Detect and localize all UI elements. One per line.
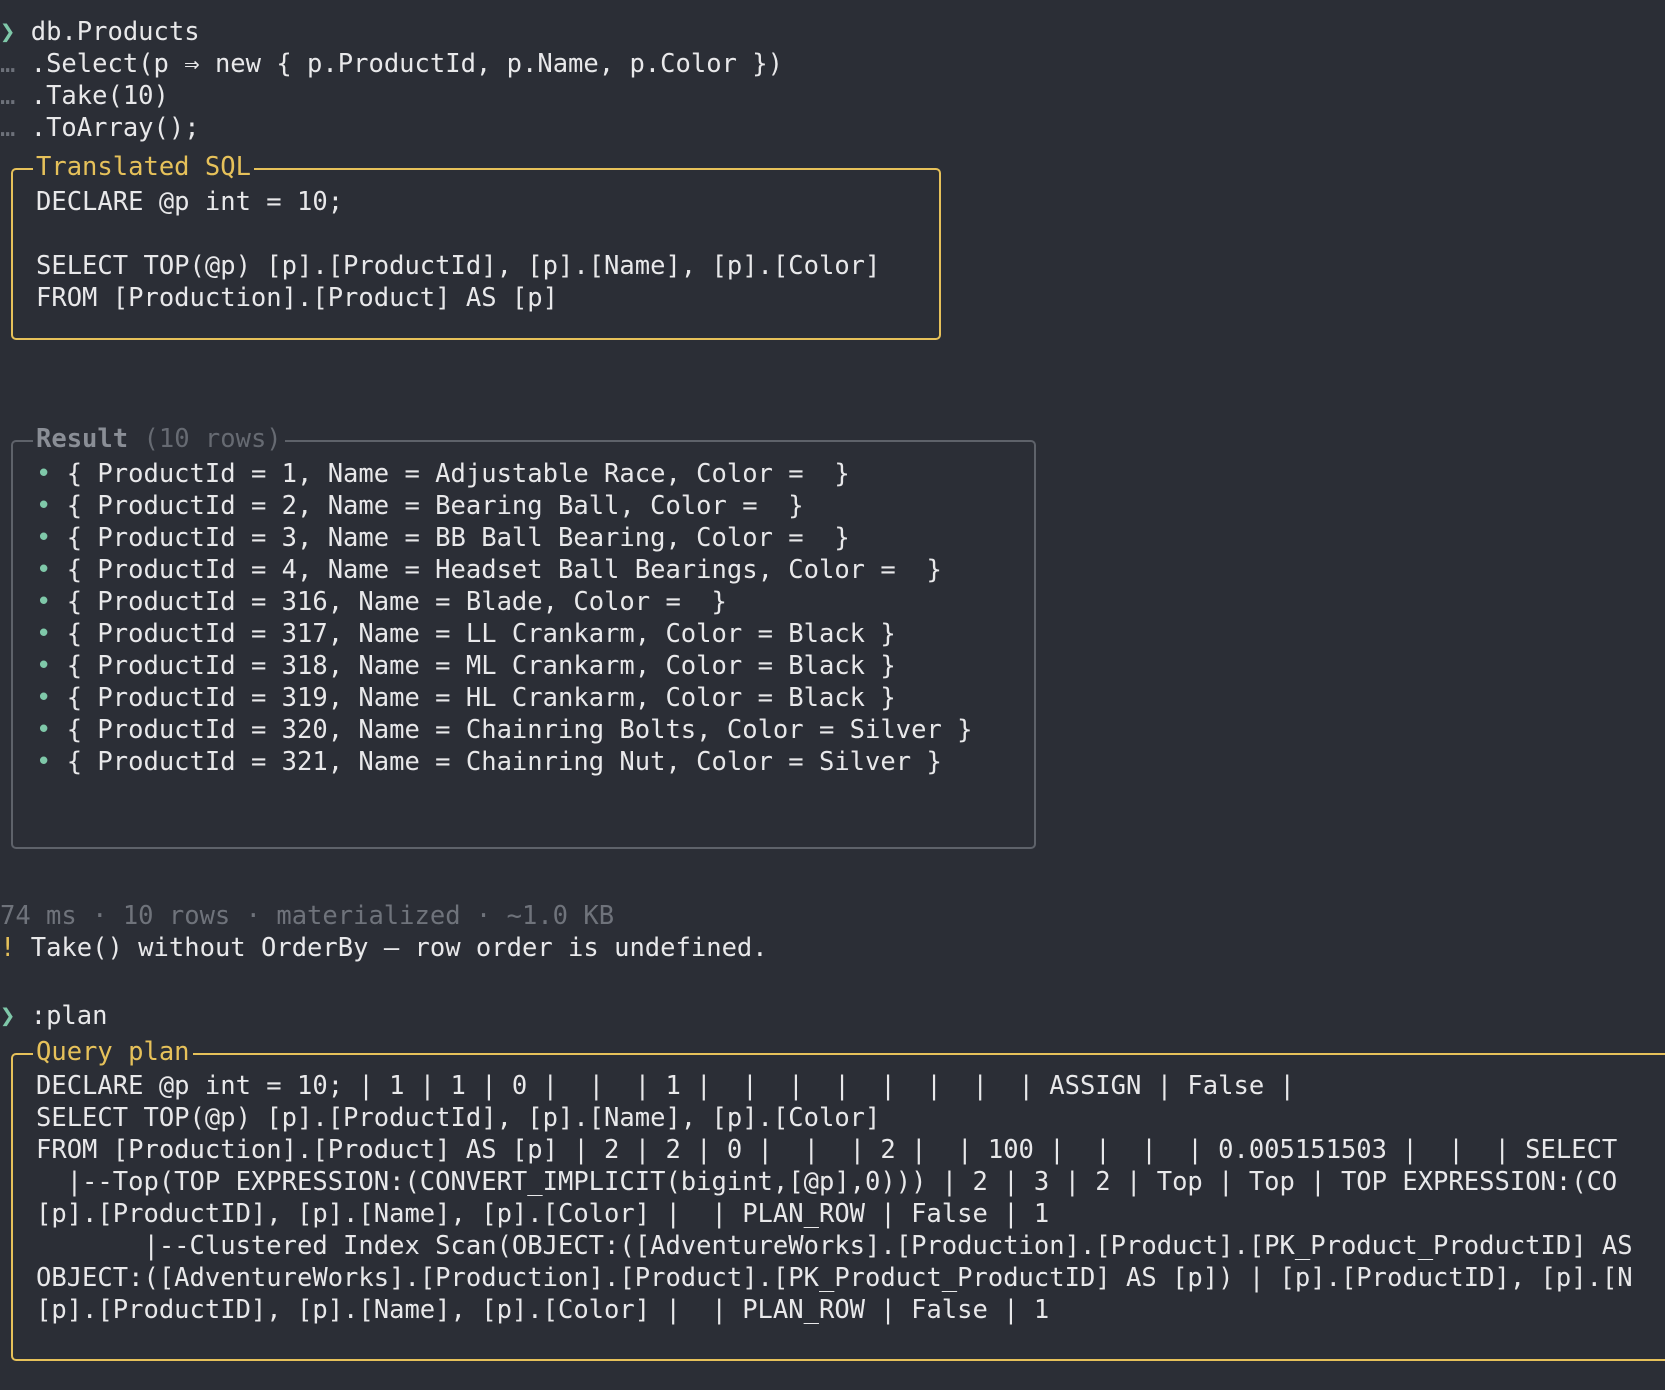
bullet-icon: • — [36, 651, 52, 681]
result-row-text: { ProductId = 316, Name = Blade, Color =… — [66, 587, 727, 617]
result-row: • { ProductId = 2, Name = Bearing Ball, … — [36, 489, 804, 523]
plan-line: |--Clustered Index Scan(OBJECT:([Adventu… — [36, 1231, 1633, 1261]
plan-line: OBJECT:([AdventureWorks].[Production].[P… — [36, 1263, 1633, 1293]
bullet-icon: • — [36, 459, 52, 489]
plan-line: [p].[ProductID], [p].[Name], [p].[Color]… — [36, 1199, 1050, 1229]
result-title-text: Result — [36, 424, 129, 454]
result-row-count: (10 rows) — [143, 424, 282, 454]
query-text: db.Products — [30, 17, 200, 47]
translated-sql-panel: Translated SQL DECLARE @p int = 10; SELE… — [11, 150, 941, 340]
prompt-symbol: ❯ — [0, 17, 16, 47]
result-row-text: { ProductId = 2, Name = Bearing Ball, Co… — [66, 491, 804, 521]
bullet-icon: • — [36, 587, 52, 617]
query-line-2[interactable]: … .Select(p ⇒ new { p.ProductId, p.Name,… — [0, 47, 783, 81]
sql-line: SELECT TOP(@p) [p].[ProductId], [p].[Nam… — [36, 251, 881, 281]
plan-line: DECLARE @p int = 10; | 1 | 1 | 0 | | | 1… — [36, 1071, 1295, 1101]
continuation-symbol: … — [0, 49, 16, 79]
plan-line: |--Top(TOP EXPRESSION:(CONVERT_IMPLICIT(… — [36, 1167, 1618, 1197]
result-row-text: { ProductId = 3, Name = BB Ball Bearing,… — [66, 523, 850, 553]
continuation-symbol: … — [0, 81, 16, 111]
continuation-symbol: … — [0, 113, 16, 143]
result-row-text: { ProductId = 4, Name = Headset Ball Bea… — [66, 555, 942, 585]
result-row: • { ProductId = 318, Name = ML Crankarm,… — [36, 649, 896, 683]
warning-line: ! Take() without OrderBy — row order is … — [0, 931, 768, 965]
plan-line: SELECT TOP(@p) [p].[ProductId], [p].[Nam… — [36, 1103, 881, 1133]
query-line-3[interactable]: … .Take(10) — [0, 79, 169, 113]
result-row-text: { ProductId = 319, Name = HL Crankarm, C… — [66, 683, 896, 713]
query-text: .Select(p ⇒ new { p.ProductId, p.Name, p… — [30, 49, 783, 79]
command-text: :plan — [30, 1001, 108, 1031]
sql-line: FROM [Production].[Product] AS [p] — [36, 283, 558, 313]
result-row: • { ProductId = 3, Name = BB Ball Bearin… — [36, 521, 850, 555]
bullet-icon: • — [36, 715, 52, 745]
bullet-icon: • — [36, 619, 52, 649]
bullet-icon: • — [36, 747, 52, 777]
query-line-4[interactable]: … .ToArray(); — [0, 111, 200, 145]
query-plan-panel: Query plan DECLARE @p int = 10; | 1 | 1 … — [11, 1035, 1665, 1361]
query-text: .Take(10) — [30, 81, 169, 111]
warning-text: Take() without OrderBy — row order is un… — [30, 933, 768, 963]
bullet-icon: • — [36, 491, 52, 521]
stats-line: 74 ms · 10 rows · materialized · ~1.0 KB — [0, 901, 615, 931]
query-line-1[interactable]: ❯ db.Products — [0, 15, 200, 49]
query-text: .ToArray(); — [30, 113, 200, 143]
translated-sql-title: Translated SQL — [33, 150, 254, 184]
result-row-text: { ProductId = 320, Name = Chainring Bolt… — [66, 715, 973, 745]
result-title: Result (10 rows) — [33, 422, 285, 456]
result-row: • { ProductId = 4, Name = Headset Ball B… — [36, 553, 942, 587]
result-row-text: { ProductId = 1, Name = Adjustable Race,… — [66, 459, 850, 489]
result-row-text: { ProductId = 317, Name = LL Crankarm, C… — [66, 619, 896, 649]
result-row: • { ProductId = 321, Name = Chainring Nu… — [36, 745, 942, 779]
sql-line: DECLARE @p int = 10; — [36, 187, 344, 217]
plan-line: FROM [Production].[Product] AS [p] | 2 |… — [36, 1135, 1618, 1165]
result-panel: Result (10 rows) • { ProductId = 1, Name… — [11, 422, 1036, 849]
command-line[interactable]: ❯ :plan — [0, 999, 107, 1033]
plan-line: [p].[ProductID], [p].[Name], [p].[Color]… — [36, 1295, 1050, 1325]
result-row-text: { ProductId = 318, Name = ML Crankarm, C… — [66, 651, 896, 681]
result-row: • { ProductId = 317, Name = LL Crankarm,… — [36, 617, 896, 651]
result-row: • { ProductId = 319, Name = HL Crankarm,… — [36, 681, 896, 715]
warning-icon: ! — [0, 933, 16, 963]
query-plan-title: Query plan — [33, 1035, 193, 1069]
result-row-text: { ProductId = 321, Name = Chainring Nut,… — [66, 747, 942, 777]
result-row: • { ProductId = 316, Name = Blade, Color… — [36, 585, 727, 619]
bullet-icon: • — [36, 683, 52, 713]
bullet-icon: • — [36, 555, 52, 585]
prompt-symbol: ❯ — [0, 1001, 16, 1031]
result-row: • { ProductId = 1, Name = Adjustable Rac… — [36, 457, 850, 491]
bullet-icon: • — [36, 523, 52, 553]
result-row: • { ProductId = 320, Name = Chainring Bo… — [36, 713, 973, 747]
